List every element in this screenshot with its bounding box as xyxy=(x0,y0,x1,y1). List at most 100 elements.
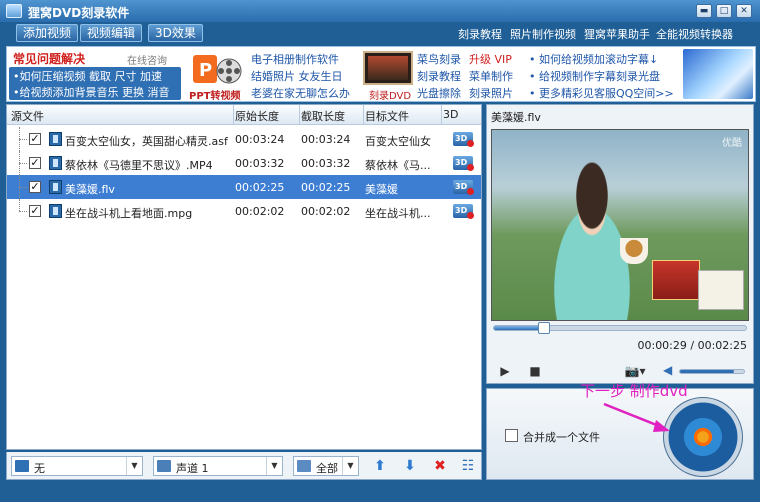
table-row[interactable]: ✓ 坐在战斗机上看地面.mpg 00:02:02 00:02:02 坐在战斗机.… xyxy=(7,199,481,223)
row-target: 坐在战斗机... xyxy=(365,207,431,220)
tip-link-3[interactable]: • 更多精彩见客服QQ空间>> xyxy=(529,85,674,101)
3d-icon[interactable]: 3D xyxy=(453,156,474,171)
row-source: 美藻媛.flv xyxy=(65,183,115,196)
row-source: 蔡依林《马德里不思议》.MP4 xyxy=(65,159,213,172)
menu-bar: 添加视频 视频编辑 3D效果 刻录教程 照片制作视频 狸窝苹果助手 全能视频转换… xyxy=(0,22,760,44)
row-original-length: 00:03:24 xyxy=(235,133,285,146)
row-checkbox[interactable]: ✓ xyxy=(29,181,41,193)
row-original-length: 00:02:02 xyxy=(235,205,285,218)
video-file-icon xyxy=(49,180,62,194)
seek-bar[interactable] xyxy=(493,322,747,334)
menu-make-link[interactable]: 菜单制作 xyxy=(469,68,513,84)
bottom-toolbar: 无 ▼ 声道 1 ▼ 全部 ▼ ⬆ ⬇ ✖ ☷ xyxy=(6,452,482,480)
camera-icon[interactable]: 📷▾ xyxy=(621,363,649,379)
app-icon xyxy=(6,4,22,18)
preview-filename: 美藻媛.flv xyxy=(491,111,541,124)
merge-label: 合并成一个文件 xyxy=(523,431,600,444)
row-checkbox[interactable]: ✓ xyxy=(29,205,41,217)
select-icon xyxy=(297,460,311,472)
row-checkbox[interactable]: ✓ xyxy=(29,133,41,145)
album-link-1[interactable]: 电子相册制作软件 xyxy=(251,51,339,67)
row-checkbox[interactable]: ✓ xyxy=(29,157,41,169)
seek-handle[interactable] xyxy=(538,322,551,334)
row-source: 坐在战斗机上看地面.mpg xyxy=(65,207,193,220)
table-row[interactable]: ✓ 百变太空仙女，英国甜心精灵.asf 00:03:24 00:03:24 百变… xyxy=(7,127,481,151)
table-row[interactable]: ✓ 蔡依林《马德里不思议》.MP4 00:03:32 00:03:32 蔡依林《… xyxy=(7,151,481,175)
col-cut-length[interactable]: 截取长度 xyxy=(301,108,345,124)
video-file-icon xyxy=(49,204,62,218)
link-video-converter[interactable]: 全能视频转换器 xyxy=(656,26,733,42)
col-source[interactable]: 源文件 xyxy=(11,108,44,124)
window-title: 狸窝DVD刻录软件 xyxy=(28,6,130,20)
col-original-length[interactable]: 原始长度 xyxy=(235,108,279,124)
volume-icon[interactable]: ◀ xyxy=(663,363,677,377)
clear-list-icon[interactable]: ☷ xyxy=(459,458,477,474)
col3-link-1[interactable]: 菜鸟刻录 xyxy=(417,51,461,67)
col-3d[interactable]: 3D xyxy=(443,108,458,121)
video-preview[interactable]: 优酷 xyxy=(491,129,749,321)
col3-link-3[interactable]: 光盘擦除 xyxy=(417,85,461,101)
move-up-icon[interactable]: ⬆ xyxy=(371,458,389,474)
table-row[interactable]: ✓ 美藻媛.flv 00:02:25 00:02:25 美藻媛 3D xyxy=(7,175,481,199)
faq-link-2[interactable]: •给视频添加背景音乐 更换 消音 xyxy=(13,84,169,100)
ppt-label[interactable]: PPT转视频 xyxy=(189,87,240,102)
video-file-icon xyxy=(49,132,62,146)
burn-photo-link[interactable]: 刻录照片 xyxy=(469,85,513,101)
hint-arrow-icon xyxy=(603,402,670,432)
dvd-thumbnail[interactable] xyxy=(363,51,413,85)
play-icon[interactable]: ▶ xyxy=(497,363,513,379)
select-dropdown[interactable]: 全部 ▼ xyxy=(293,456,359,476)
stop-icon[interactable]: ■ xyxy=(527,363,543,379)
anime-banner-image[interactable] xyxy=(683,49,753,99)
chevron-down-icon: ▼ xyxy=(266,457,282,475)
row-source: 百变太空仙女，英国甜心精灵.asf xyxy=(65,135,228,148)
video-file-icon xyxy=(49,156,62,170)
row-original-length: 00:02:25 xyxy=(235,181,285,194)
timecode: 00:00:29 / 00:02:25 xyxy=(637,339,747,352)
3d-icon[interactable]: 3D xyxy=(453,204,474,219)
ppt-icon[interactable]: P xyxy=(191,51,243,87)
tip-link-2[interactable]: • 给视频制作字幕刻录光盘 xyxy=(529,68,660,84)
col-target[interactable]: 目标文件 xyxy=(365,108,409,124)
effect-3d-button[interactable]: 3D效果 xyxy=(148,24,203,42)
svg-text:P: P xyxy=(199,60,212,81)
move-down-icon[interactable]: ⬇ xyxy=(401,458,419,474)
edit-video-button[interactable]: 视频编辑 xyxy=(80,24,143,42)
row-cut-length: 00:03:24 xyxy=(301,133,351,146)
preview-panel: 美藻媛.flv 优酷 00:00:29 / 00:02:25 ▶ ■ 📷▾ ◀ xyxy=(486,104,754,384)
close-button[interactable]: ✕ xyxy=(736,4,752,18)
row-target: 百变太空仙女 xyxy=(365,135,431,148)
vip-link[interactable]: 升级 VIP xyxy=(469,51,512,67)
status-bar xyxy=(0,484,760,502)
album-link-2[interactable]: 结婚照片 女友生日 xyxy=(251,68,343,84)
link-apple-helper[interactable]: 狸窝苹果助手 xyxy=(584,26,650,42)
delete-icon[interactable]: ✖ xyxy=(431,458,449,474)
merge-checkbox[interactable] xyxy=(505,429,518,442)
album-link-3[interactable]: 老婆在家无聊怎么办 xyxy=(251,85,350,101)
volume-slider[interactable] xyxy=(679,369,745,374)
title-bar: 狸窝DVD刻录软件 ▬ □ ✕ xyxy=(0,0,760,22)
chevron-down-icon: ▼ xyxy=(126,457,142,475)
dvd-label[interactable]: 刻录DVD xyxy=(369,87,411,102)
row-target: 美藻媛 xyxy=(365,183,398,196)
minimize-button[interactable]: ▬ xyxy=(696,4,712,18)
audio-track-dropdown[interactable]: 声道 1 ▼ xyxy=(153,456,283,476)
faq-consult-link[interactable]: 在线咨询 xyxy=(127,52,167,67)
add-video-button[interactable]: 添加视频 xyxy=(16,24,79,42)
faq-link-1[interactable]: •如何压缩视频 截取 尺寸 加速 xyxy=(13,68,162,84)
faq-title: 常见问题解决 xyxy=(13,52,86,66)
row-cut-length: 00:02:25 xyxy=(301,181,351,194)
3d-icon[interactable]: 3D xyxy=(453,132,474,147)
col3-link-2[interactable]: 刻录教程 xyxy=(417,68,461,84)
link-burn-tutorial[interactable]: 刻录教程 xyxy=(458,26,502,42)
row-original-length: 00:03:32 xyxy=(235,157,285,170)
tip-link-1[interactable]: • 如何给视频加滚动字幕↓ xyxy=(529,51,658,67)
row-cut-length: 00:02:02 xyxy=(301,205,351,218)
row-target: 蔡依林《马... xyxy=(365,159,431,172)
link-photo-video[interactable]: 照片制作视频 xyxy=(510,26,576,42)
3d-icon[interactable]: 3D xyxy=(453,180,474,195)
maximize-button[interactable]: □ xyxy=(716,4,732,18)
ad-banner: 常见问题解决 在线咨询 •如何压缩视频 截取 尺寸 加速 •给视频添加背景音乐 … xyxy=(6,46,756,102)
subtitle-dropdown[interactable]: 无 ▼ xyxy=(11,456,143,476)
chevron-down-icon: ▼ xyxy=(342,457,358,475)
